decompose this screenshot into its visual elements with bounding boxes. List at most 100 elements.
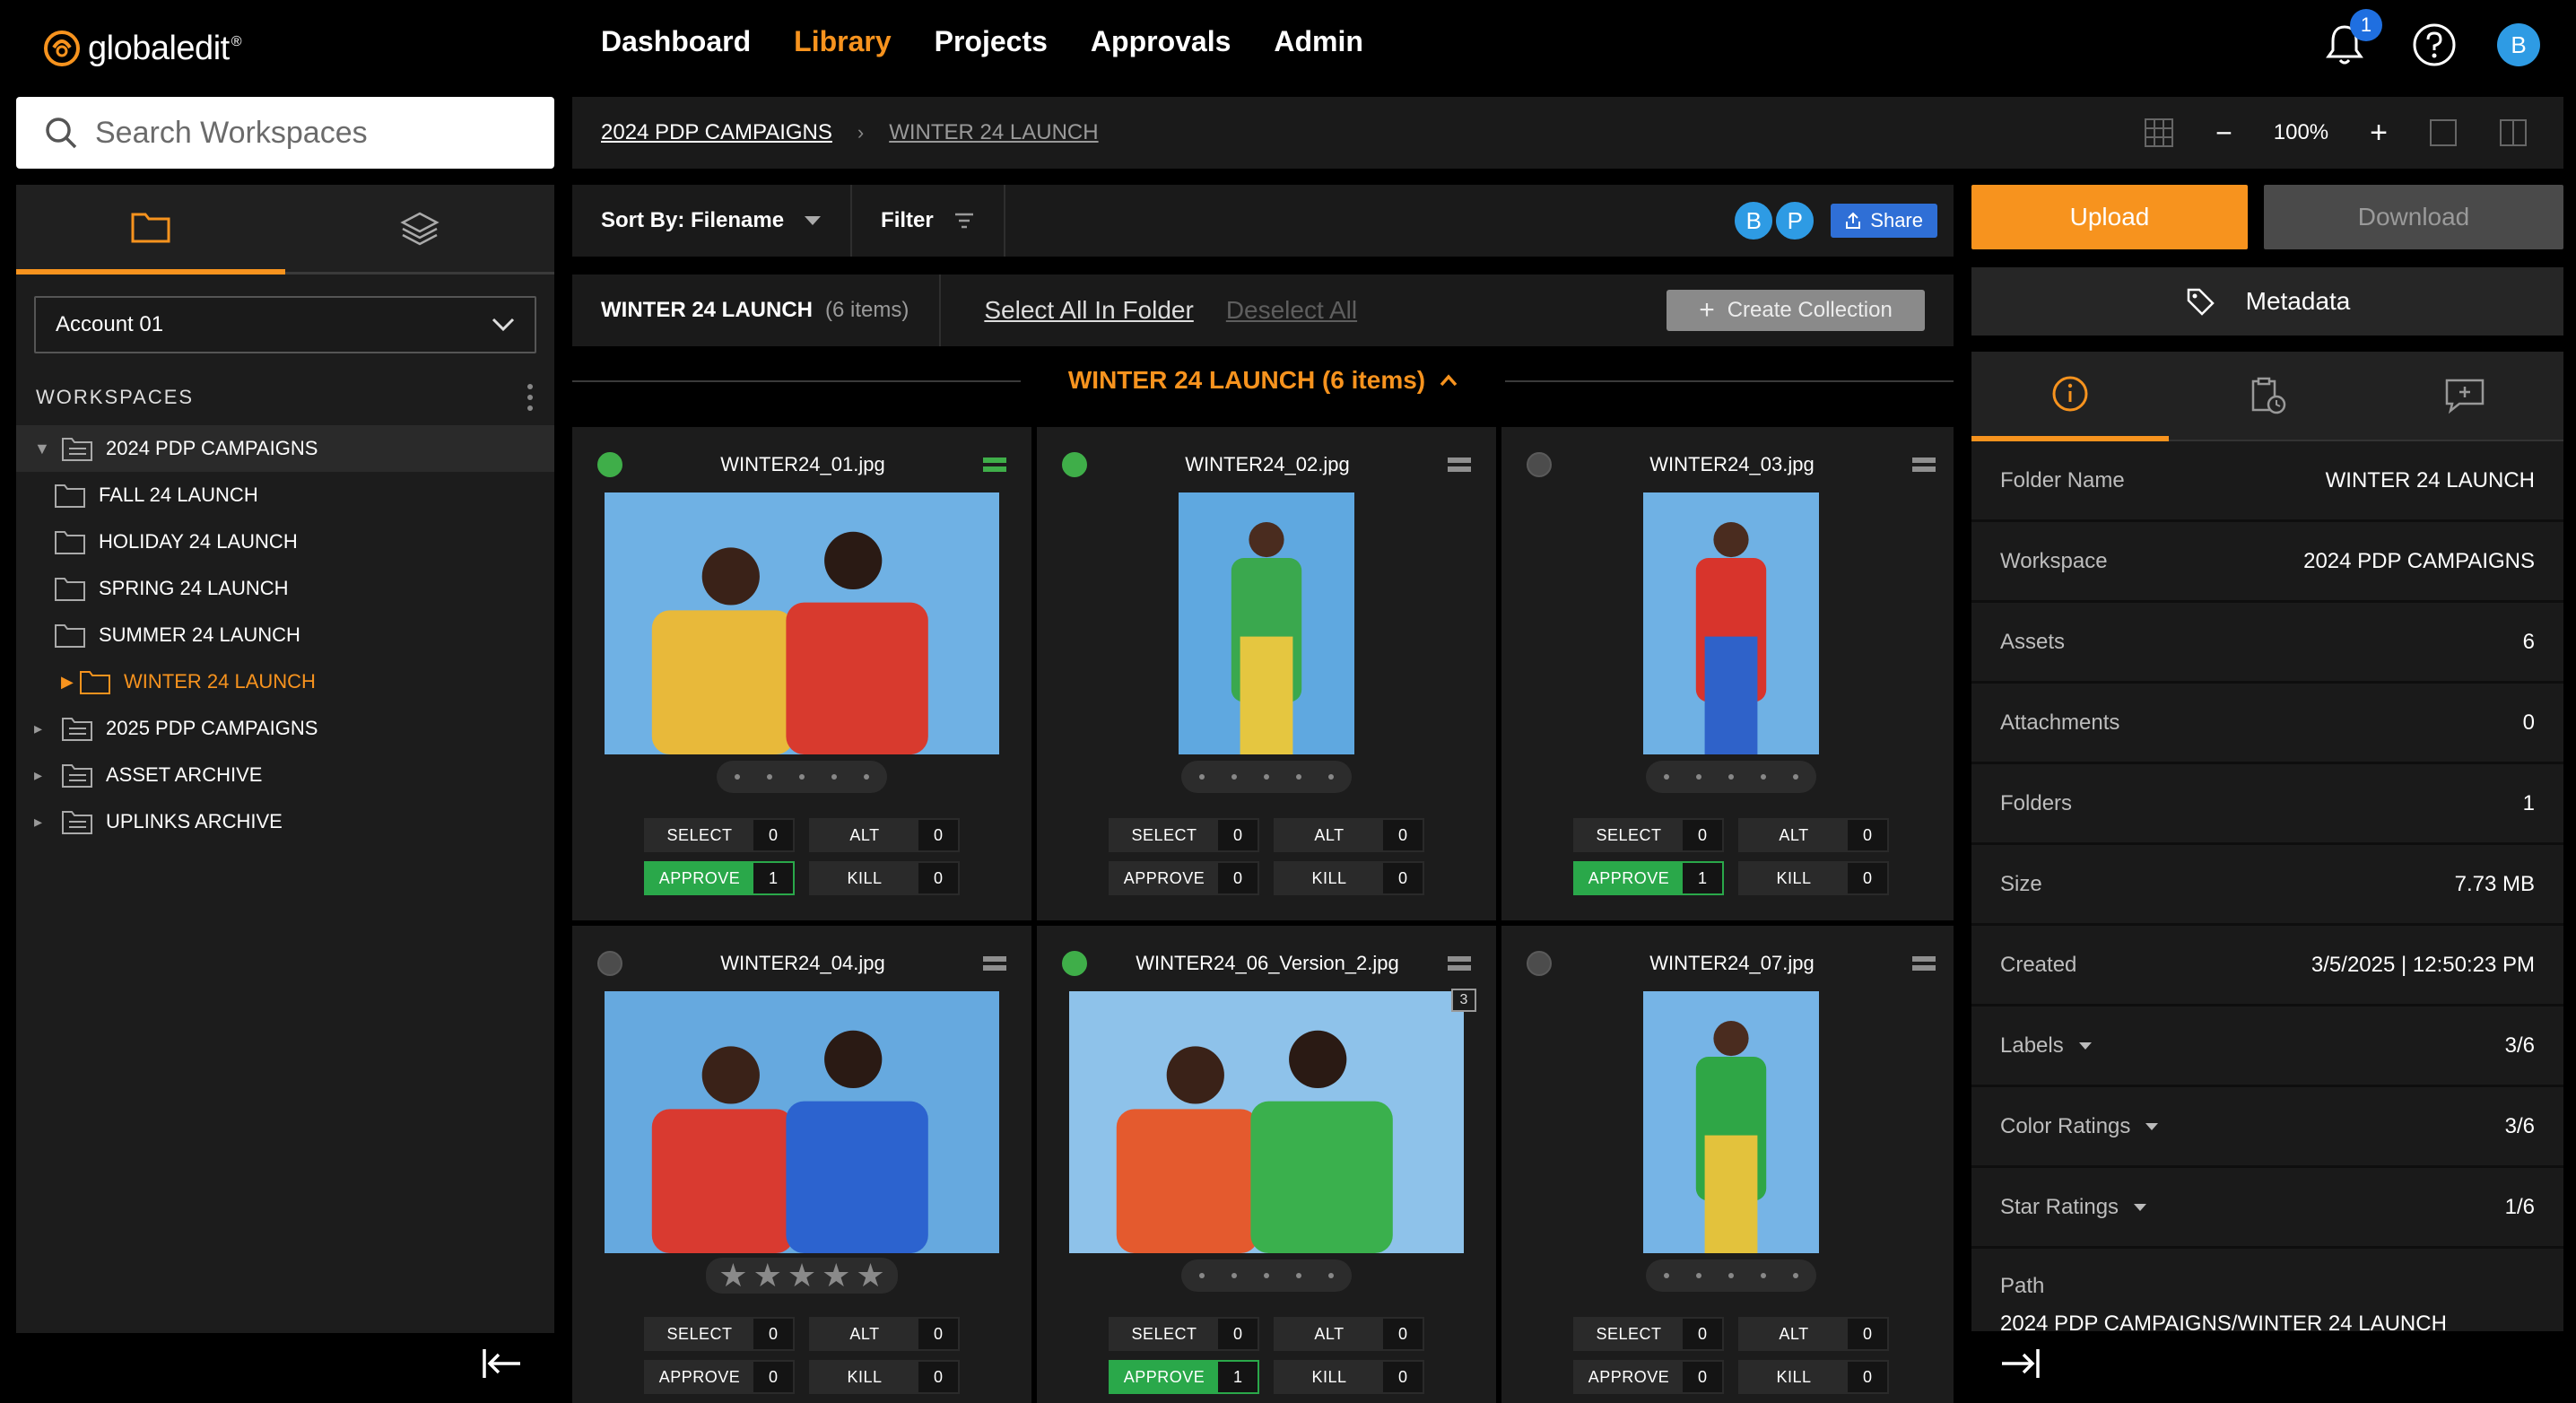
tree-item-asset-archive[interactable]: ▸ ASSET ARCHIVE [16,752,554,798]
caret-right-icon[interactable]: ▸ [34,766,52,785]
nav-approvals[interactable]: Approvals [1091,25,1231,58]
rating-dot[interactable] [735,774,740,780]
asset-select-toggle[interactable] [1527,452,1552,477]
caret-down-icon[interactable]: ▼ [34,440,52,458]
rating-dot[interactable] [1264,1273,1269,1278]
tab-info[interactable] [1971,352,2169,441]
version-badge[interactable]: 3 [1451,989,1476,1012]
select-vote-button[interactable]: SELECT 0 [1109,1317,1259,1351]
asset-menu-icon[interactable] [1448,458,1471,472]
caret-right-icon[interactable]: ▸ [34,719,52,738]
rating-dot[interactable] [1696,774,1701,780]
alt-vote-button[interactable]: ALT 0 [1274,818,1424,852]
rating-dot[interactable] [1231,1273,1237,1278]
rating-dot[interactable] [1296,1273,1301,1278]
rating-dot[interactable] [799,774,805,780]
download-button[interactable]: Download [2264,185,2563,249]
rating-dot[interactable] [767,774,772,780]
asset-card[interactable]: WINTER24_07.jpg SELECT 0 ALT 0 APPROVE 0 KILL 0 [1501,926,1954,1403]
rating-dot[interactable] [1696,1273,1701,1278]
account-dropdown[interactable]: Account 01 [34,296,536,353]
asset-menu-icon[interactable] [983,458,1006,472]
tab-comments[interactable] [2366,352,2563,440]
asset-menu-icon[interactable] [1448,956,1471,971]
search-input[interactable] [95,115,526,151]
asset-menu-icon[interactable] [983,956,1006,971]
asset-card[interactable]: WINTER24_01.jpg SELECT 0 ALT 0 APPROVE 1 KILL 0 [572,427,1031,920]
approve-vote-button[interactable]: APPROVE 0 [1109,861,1259,895]
tab-history[interactable] [2169,352,2366,440]
kill-vote-button[interactable]: KILL 0 [809,861,960,895]
sort-dropdown[interactable]: Sort By: Filename [572,185,853,257]
star-icon[interactable]: ★ [788,1259,816,1292]
logo[interactable]: globaledit ® [41,22,241,75]
kill-vote-button[interactable]: KILL 0 [809,1360,960,1394]
color-rating[interactable] [1181,1259,1352,1292]
rating-dot[interactable] [1328,774,1334,780]
asset-thumbnail[interactable] [1069,991,1464,1253]
asset-select-toggle[interactable] [597,452,622,477]
tree-item-winter-24-launch[interactable]: ▶ WINTER 24 LAUNCH [16,658,554,705]
approve-vote-button[interactable]: APPROVE 1 [1573,861,1724,895]
kill-vote-button[interactable]: KILL 0 [1274,861,1424,895]
asset-menu-icon[interactable] [1912,956,1936,971]
single-view-icon[interactable] [2429,118,2458,147]
breadcrumb-item-workspace[interactable]: 2024 PDP CAMPAIGNS [601,120,832,145]
asset-thumbnail[interactable] [605,991,999,1253]
nav-library[interactable]: Library [794,25,891,58]
alt-vote-button[interactable]: ALT 0 [809,818,960,852]
asset-thumbnail[interactable] [605,492,999,754]
star-icon[interactable]: ★ [822,1259,850,1292]
tree-item-spring-24-launch[interactable]: SPRING 24 LAUNCH [16,565,554,612]
asset-card[interactable]: WINTER24_06_Version_2.jpg 3 SELECT 0 ALT 0 APP… [1037,926,1496,1403]
zoom-out-button[interactable]: − [2215,117,2232,150]
tree-item-2025-pdp-campaigns[interactable]: ▸ 2025 PDP CAMPAIGNS [16,705,554,752]
upload-button[interactable]: Upload [1971,185,2248,249]
asset-select-toggle[interactable] [1062,951,1087,976]
rating-dot[interactable] [1761,774,1766,780]
group-header[interactable]: WINTER 24 LAUNCH (6 items) [572,359,1954,402]
kill-vote-button[interactable]: KILL 0 [1738,861,1889,895]
tab-folders[interactable] [16,185,285,274]
asset-card[interactable]: WINTER24_03.jpg SELECT 0 ALT 0 APPROVE 1 KILL 0 [1501,427,1954,920]
caret-down-icon[interactable] [2078,1041,2093,1050]
select-vote-button[interactable]: SELECT 0 [644,818,795,852]
select-vote-button[interactable]: SELECT 0 [1573,818,1724,852]
select-vote-button[interactable]: SELECT 0 [1109,818,1259,852]
tree-item-2024-pdp-campaigns[interactable]: ▼ 2024 PDP CAMPAIGNS [16,425,554,472]
rating-dot[interactable] [1793,774,1798,780]
create-collection-button[interactable]: + Create Collection [1667,290,1925,331]
approve-vote-button[interactable]: APPROVE 0 [1573,1360,1724,1394]
info-row[interactable]: Color Ratings 3/6 [1971,1087,2563,1168]
collaborator-avatar[interactable]: P [1773,199,1817,242]
alt-vote-button[interactable]: ALT 0 [1738,818,1889,852]
select-all-in-folder-link[interactable]: Select All In Folder [984,296,1193,325]
star-icon[interactable]: ★ [753,1259,782,1292]
nav-projects[interactable]: Projects [935,25,1048,58]
caret-down-icon[interactable] [2133,1203,2147,1212]
alt-vote-button[interactable]: ALT 0 [1274,1317,1424,1351]
rating-dot[interactable] [1761,1273,1766,1278]
user-avatar[interactable]: B [2497,23,2540,66]
asset-menu-icon[interactable] [1912,458,1936,472]
caret-right-icon[interactable]: ▶ [61,673,79,692]
rating-dot[interactable] [831,774,837,780]
asset-select-toggle[interactable] [1527,951,1552,976]
caret-right-icon[interactable]: ▸ [34,813,52,832]
collapse-sidebar-icon[interactable] [481,1346,524,1381]
notifications-button[interactable]: 1 [2318,9,2382,72]
alt-vote-button[interactable]: ALT 0 [809,1317,960,1351]
rating-dot[interactable] [1664,774,1669,780]
share-button[interactable]: Share [1831,204,1937,238]
asset-thumbnail[interactable] [1643,492,1819,754]
rating-dot[interactable] [1231,774,1237,780]
tree-item-holiday-24-launch[interactable]: HOLIDAY 24 LAUNCH [16,518,554,565]
kebab-menu-icon[interactable] [526,382,535,413]
approve-vote-button[interactable]: APPROVE 1 [1109,1360,1259,1394]
color-rating[interactable] [717,761,887,793]
star-icon[interactable]: ★ [856,1259,884,1292]
asset-select-toggle[interactable] [1062,452,1087,477]
color-rating[interactable] [1646,1259,1816,1292]
asset-thumbnail[interactable] [1643,991,1819,1253]
rating-dot[interactable] [1728,774,1734,780]
